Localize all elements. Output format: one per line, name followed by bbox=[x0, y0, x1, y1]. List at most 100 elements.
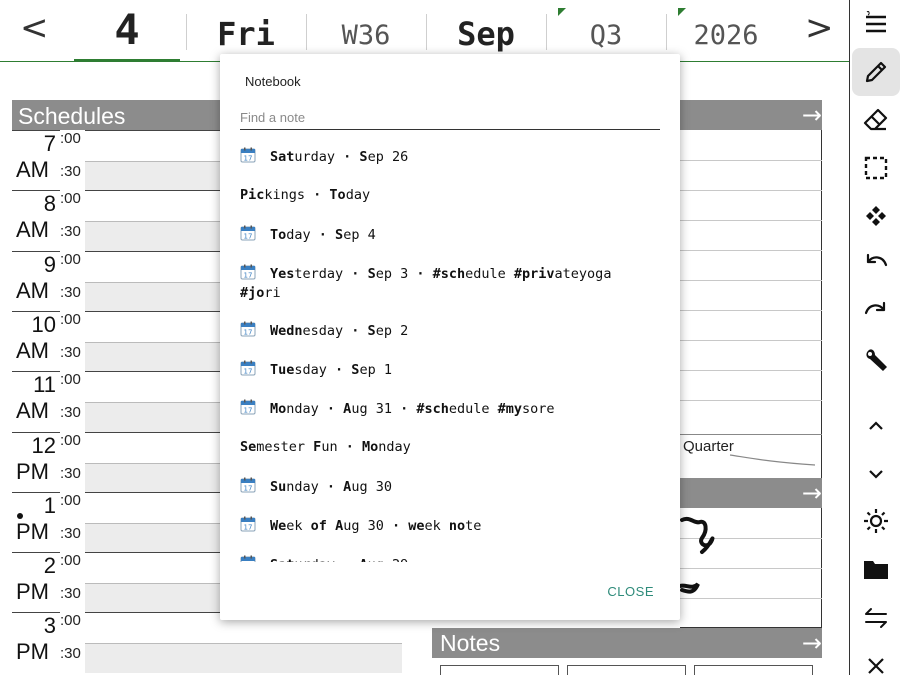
note-text: terday bbox=[294, 266, 344, 282]
open-pane-arrow-icon[interactable]: → bbox=[802, 629, 822, 657]
hour-label: 9 bbox=[43, 251, 56, 277]
schedule-hour-row[interactable]: 3 PM:00:30 bbox=[12, 612, 402, 674]
note-text: un bbox=[321, 439, 338, 455]
redo-button[interactable] bbox=[850, 288, 900, 336]
open-pane-arrow-icon[interactable]: → bbox=[802, 101, 822, 129]
pencil-tool-button[interactable] bbox=[852, 48, 900, 96]
eraser-icon bbox=[863, 108, 887, 131]
note-text: day bbox=[345, 187, 371, 203]
note-card[interactable] bbox=[694, 665, 813, 675]
previous-day-button[interactable]: < bbox=[20, 8, 49, 48]
menu-button[interactable] bbox=[850, 0, 900, 48]
svg-text:17: 17 bbox=[244, 155, 253, 163]
ampm-label: AM bbox=[16, 217, 49, 243]
scroll-up-button[interactable] bbox=[850, 402, 900, 450]
year-selector[interactable]: 2026 bbox=[668, 0, 784, 62]
note-text: nday bbox=[378, 439, 411, 455]
slot-30-label: :30 bbox=[60, 223, 81, 241]
slot-30-label: :30 bbox=[60, 404, 81, 422]
match-highlight: To bbox=[270, 227, 287, 243]
ampm-label: PM bbox=[16, 458, 49, 484]
lasso-select-button[interactable] bbox=[850, 144, 900, 192]
schedule-slot[interactable] bbox=[85, 612, 402, 674]
day-selector[interactable]: 4 bbox=[74, 0, 180, 62]
next-day-button[interactable]: > bbox=[805, 8, 834, 48]
note-list-item[interactable]: Pickings · Today bbox=[240, 177, 660, 216]
ruled-line bbox=[680, 310, 822, 311]
match-highlight: · bbox=[335, 149, 360, 165]
ampm-label: AM bbox=[16, 337, 49, 363]
match-highlight: · bbox=[305, 187, 330, 203]
ruled-line bbox=[680, 190, 822, 191]
scroll-down-button[interactable] bbox=[850, 450, 900, 498]
brightness-button[interactable] bbox=[850, 497, 900, 545]
daily-pane-header[interactable]: → bbox=[680, 478, 822, 508]
note-text: mester bbox=[256, 439, 314, 455]
find-note-input[interactable] bbox=[240, 106, 660, 130]
match-highlight: We bbox=[270, 518, 287, 534]
weekday-selector[interactable]: Fri bbox=[188, 0, 304, 62]
match-highlight: Tue bbox=[270, 362, 295, 378]
ruled-line bbox=[680, 370, 822, 371]
match-highlight: Sat bbox=[270, 149, 295, 165]
note-text: ateyoga bbox=[554, 266, 612, 282]
quarter-selector[interactable]: Q3 bbox=[548, 0, 664, 62]
open-folder-button[interactable] bbox=[850, 545, 900, 593]
ruled-line bbox=[680, 434, 822, 435]
note-list-item[interactable]: 17 Week of Aug 30 · week note bbox=[240, 507, 660, 546]
half-hour-slot[interactable] bbox=[85, 643, 402, 674]
lasso-select-icon bbox=[864, 156, 887, 180]
note-list-item[interactable]: 17 Saturday · Sep 26 bbox=[240, 138, 660, 177]
divider bbox=[546, 14, 547, 50]
open-pane-arrow-icon[interactable]: → bbox=[802, 479, 822, 507]
match-highlight: no bbox=[448, 518, 466, 534]
note-text: te bbox=[465, 518, 482, 534]
eraser-tool-button[interactable] bbox=[850, 96, 900, 144]
note-text: ug 31 bbox=[351, 401, 392, 417]
note-list-item[interactable]: 17 Saturday · Aug 29 bbox=[240, 546, 660, 562]
note-text: ug 30 bbox=[343, 518, 384, 534]
notes-pane-header[interactable]: Notes → bbox=[432, 628, 822, 658]
note-card[interactable] bbox=[567, 665, 686, 675]
note-text: edule bbox=[465, 266, 514, 282]
notes-title: Notes bbox=[440, 630, 501, 656]
hour-label: 8 bbox=[43, 191, 56, 217]
match-highlight: Pic bbox=[240, 187, 265, 203]
ruled-line bbox=[680, 160, 822, 161]
note-text: edule bbox=[448, 401, 498, 417]
match-highlight: S bbox=[367, 266, 376, 282]
settings-button[interactable] bbox=[850, 336, 900, 384]
week-selector[interactable]: W36 bbox=[308, 0, 424, 62]
month-selector[interactable]: Sep bbox=[428, 0, 544, 62]
move-tool-button[interactable] bbox=[850, 192, 900, 240]
note-list-item[interactable]: 17 Monday · Aug 31 · #schedule #mysore bbox=[240, 390, 660, 429]
swap-button[interactable] bbox=[850, 594, 900, 642]
note-text: nday bbox=[286, 401, 319, 417]
note-card[interactable] bbox=[440, 665, 559, 675]
note-text: ek bbox=[286, 518, 311, 534]
ampm-label: PM bbox=[16, 639, 49, 665]
ampm-label: AM bbox=[16, 277, 49, 303]
note-text: ep 1 bbox=[359, 362, 392, 378]
note-list-item[interactable]: Semester Fun · Monday bbox=[240, 429, 660, 468]
note-list[interactable]: 17 Saturday · Sep 26 Pickings · Today 17 Tod… bbox=[240, 138, 660, 562]
ampm-label: PM bbox=[16, 518, 49, 544]
note-list-item[interactable]: 17 Yesterday · Sep 3 · #schedule #private… bbox=[240, 255, 660, 312]
note-list-item[interactable]: 17 Sunday · Aug 30 bbox=[240, 468, 660, 507]
weekly-pane[interactable] bbox=[680, 130, 822, 478]
match-highlight: · bbox=[408, 266, 433, 282]
close-app-button[interactable] bbox=[850, 642, 900, 675]
handwritten-ink bbox=[678, 516, 715, 594]
svg-text:17: 17 bbox=[244, 368, 253, 376]
note-list-item[interactable]: 17 Tuesday · Sep 1 bbox=[240, 351, 660, 390]
menu-icon bbox=[865, 10, 886, 33]
weekly-pane-header[interactable]: → bbox=[680, 100, 822, 130]
note-list-item[interactable]: 17 Today · Sep 4 bbox=[240, 216, 660, 255]
calendar-icon: 17 bbox=[240, 555, 256, 562]
wrench-icon bbox=[865, 349, 887, 371]
close-dialog-button[interactable]: CLOSE bbox=[607, 584, 654, 599]
note-list-item[interactable]: 17 Wednesday · Sep 2 bbox=[240, 312, 660, 351]
hour-label: 7 bbox=[43, 131, 56, 156]
match-highlight: #my bbox=[497, 401, 523, 417]
undo-button[interactable] bbox=[850, 240, 900, 288]
